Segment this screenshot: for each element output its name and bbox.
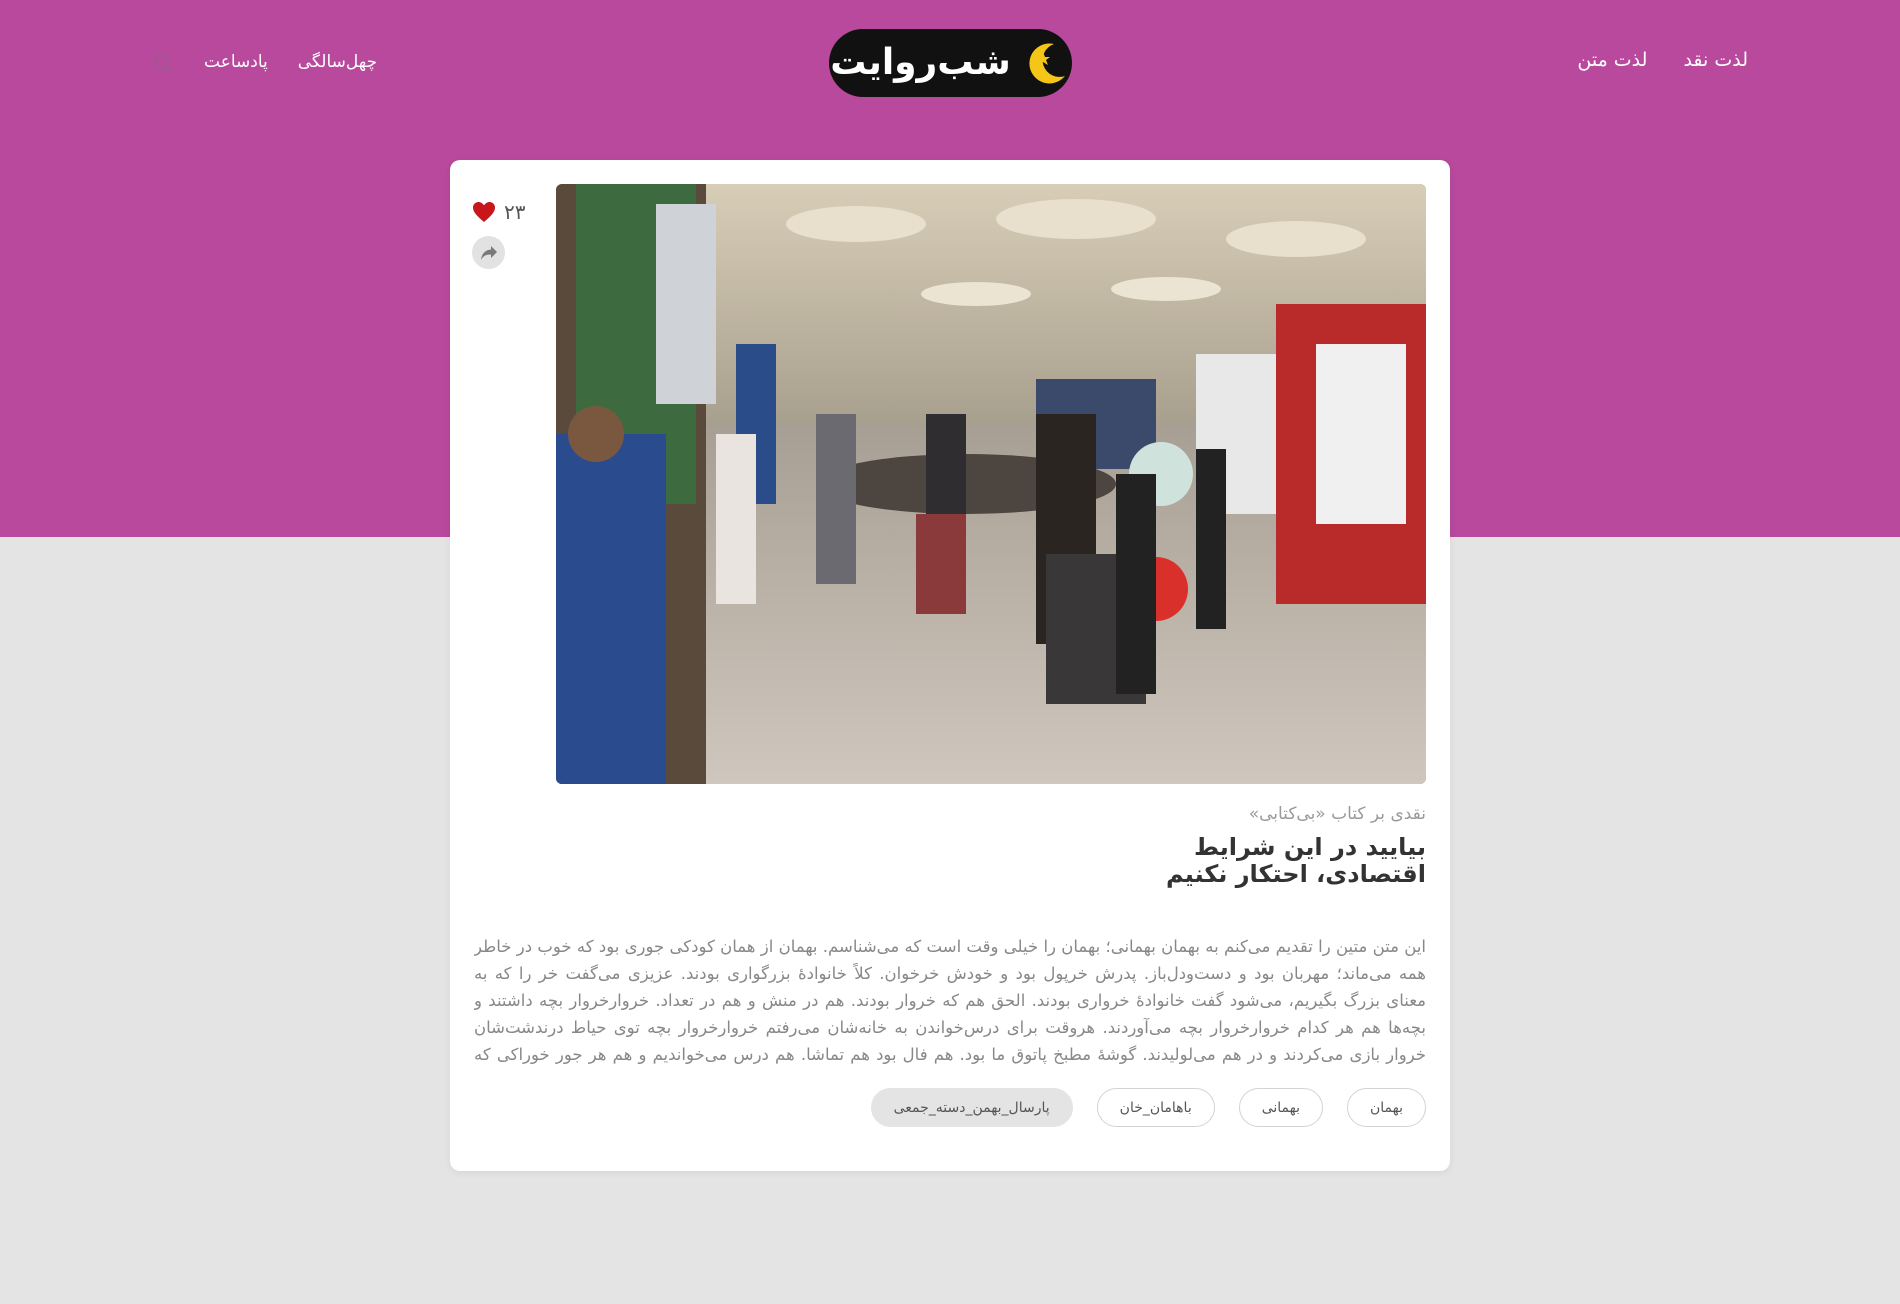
nav-link-lezzat-naqd[interactable]: لذت نقد [1683, 49, 1748, 71]
search-icon[interactable] [152, 53, 174, 75]
logo-text: شب‌روایت [830, 42, 1011, 83]
secondary-nav: پادساعت چهل‌سالگی [152, 49, 377, 75]
post-actions: ۲۳ [472, 200, 552, 269]
book-fair-photo [556, 184, 1426, 784]
post-subtitle: نقدی بر کتاب «بی‌کتابی» [1248, 804, 1426, 824]
tag-bahmani[interactable]: بهمانی [1238, 1088, 1323, 1127]
post-card: ۲۳ نقدی بر کتاب «بی‌کتابی» بیایید در این… [450, 160, 1450, 1171]
main-nav: لذت متن لذت نقد [1577, 49, 1748, 71]
tag-parsal-bahman[interactable]: پارسال_بهمن_دسته_جمعی [870, 1088, 1073, 1127]
tag-bahman[interactable]: بهمان [1347, 1088, 1426, 1127]
post-title[interactable]: بیایید در این شرایط اقتصادی، احتکار نکنی… [1126, 834, 1426, 888]
nav-link-padsaat[interactable]: پادساعت [204, 52, 268, 72]
heart-icon[interactable] [472, 201, 496, 223]
nav-link-lezzat-matn[interactable]: لذت متن [1577, 49, 1647, 71]
post-image[interactable] [556, 184, 1426, 784]
share-button[interactable] [472, 236, 505, 269]
moon-star-icon [1029, 43, 1065, 84]
like-count: ۲۳ [504, 200, 526, 224]
tag-bahaman-khan[interactable]: باهامان_خان [1096, 1088, 1215, 1127]
site-header: لذت متن لذت نقد شب‌روایت پادساعت چهل‌سال… [0, 0, 1900, 126]
nav-link-chehelsalegi[interactable]: چهل‌سالگی [298, 52, 377, 72]
share-icon [480, 245, 497, 260]
site-logo[interactable]: شب‌روایت [829, 29, 1072, 97]
like-row: ۲۳ [472, 200, 552, 224]
post-excerpt: این متن متین را تقدیم می‌کنم به بهمان به… [474, 937, 1426, 1064]
post-tags: بهمان بهمانی باهامان_خان پارسال_بهمن_دست… [870, 1088, 1426, 1127]
